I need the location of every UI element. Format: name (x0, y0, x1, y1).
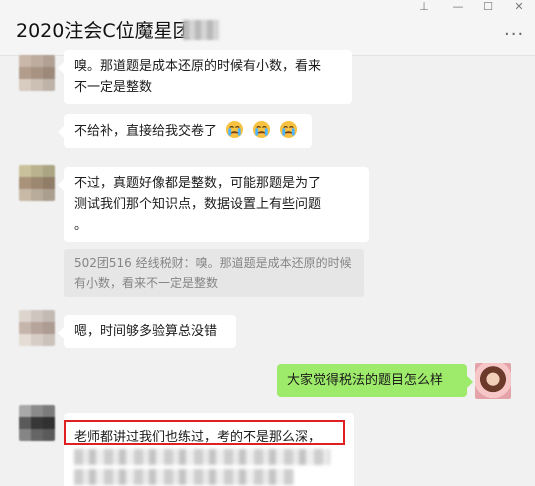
crying-face-icon (279, 120, 298, 139)
self-message-bubble[interactable]: 大家觉得税法的题目怎么样 (277, 364, 473, 397)
highlight-box (64, 420, 345, 445)
title-bar: 2020注会C位魔星团 ⊥ — ☐ ✕ ··· (0, 0, 535, 56)
message-text: 不过，真题好像都是整数，可能那题是为了 (74, 176, 322, 191)
quoted-message[interactable]: 502团516 经线税财：嗅。那道题是成本还原的时候 有小数，看来不一定是整数 (64, 249, 364, 297)
message-bubble[interactable]: 不过，真题好像都是整数，可能那题是为了 测试我们那个知识点，数据设置上有些问题 … (58, 167, 369, 242)
blurred-text (74, 449, 330, 465)
pin-icon[interactable]: ⊥ (412, 0, 436, 14)
crying-face-icon (225, 120, 244, 139)
quote-text: 502团516 经线税财：嗅。那道题是成本还原的时候 (74, 256, 352, 270)
chat-title: 2020注会C位魔星团 (16, 20, 192, 42)
message-text: 。 (74, 218, 88, 233)
message-text: 嗅。那道题是成本还原的时候有小数，看来 (74, 59, 322, 74)
message-bubble[interactable]: 嗅。那道题是成本还原的时候有小数，看来 不一定是整数 (58, 50, 352, 104)
more-dots-icon[interactable]: ··· (504, 24, 524, 45)
blurred-text (74, 469, 294, 485)
close-button[interactable]: ✕ (507, 0, 531, 14)
message-text: 大家觉得税法的题目怎么样 (287, 373, 444, 388)
self-avatar[interactable] (475, 363, 511, 399)
message-text: 不一定是整数 (74, 80, 153, 95)
chat-area[interactable]: 嗅。那道题是成本还原的时候有小数，看来 不一定是整数 不给补，直接给我交卷了 不… (0, 50, 535, 486)
message-bubble[interactable]: 不给补，直接给我交卷了 (58, 114, 312, 148)
avatar[interactable] (19, 310, 55, 346)
avatar[interactable] (19, 405, 55, 441)
maximize-button[interactable]: ☐ (476, 0, 500, 14)
quote-text: 有小数，看来不一定是整数 (74, 276, 219, 290)
blurred-title-suffix (183, 20, 219, 40)
minimize-button[interactable]: — (446, 0, 470, 14)
message-text: 嗯，时间够多验算总没错 (74, 324, 218, 339)
message-text: 不给补，直接给我交卷了 (74, 124, 218, 139)
message-bubble[interactable]: 嗯，时间够多验算总没错 (58, 315, 236, 348)
avatar[interactable] (19, 55, 55, 91)
avatar[interactable] (19, 165, 55, 201)
crying-face-icon (252, 120, 271, 139)
message-text: 测试我们那个知识点，数据设置上有些问题 (74, 197, 322, 212)
